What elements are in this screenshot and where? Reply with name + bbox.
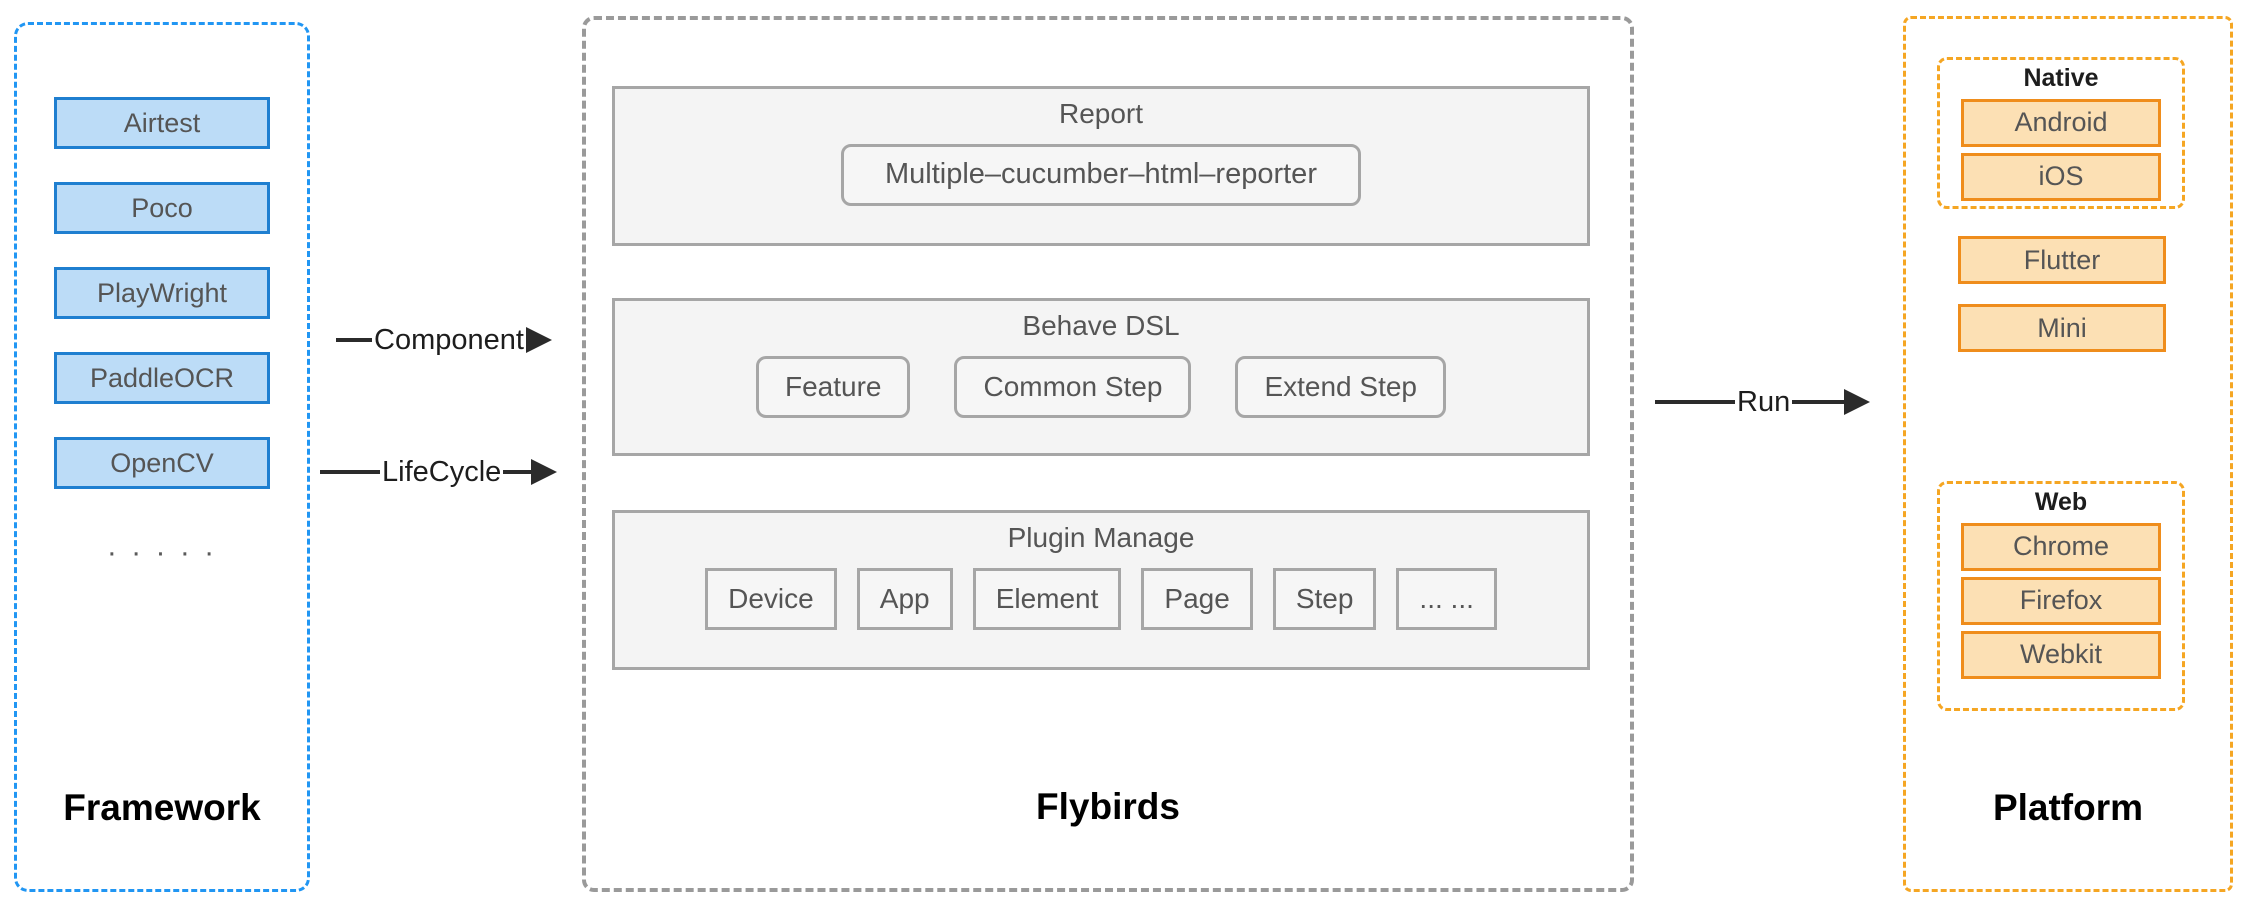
chip-device[interactable]: Device xyxy=(705,567,837,630)
chip-common-step[interactable]: Common Step xyxy=(954,355,1192,418)
chip-label: App xyxy=(879,582,930,614)
framework-caption: Framework xyxy=(63,787,261,828)
framework-item-list: Airtest Poco PlayWright PaddleOCR OpenCV… xyxy=(17,97,307,569)
chip-label: Device xyxy=(728,582,814,614)
arrow-right-icon xyxy=(531,459,558,485)
platform-item-label: Webkit xyxy=(2019,639,2103,670)
section-item-row: Feature Common Step Extend Step xyxy=(615,355,1587,418)
connector-line xyxy=(503,470,532,474)
platform-group-title: Native xyxy=(2023,64,2099,92)
section-title: Plugin Manage xyxy=(1007,522,1195,553)
framework-item-playwright[interactable]: PlayWright xyxy=(54,267,270,319)
chip-label: Feature xyxy=(784,370,882,402)
section-item-row: Device App Element Page Step ... ... xyxy=(615,567,1587,630)
connector-run: Run xyxy=(1655,385,1871,418)
chip-label: Multiple–cucumber–html–reporter xyxy=(885,158,1317,191)
platform-group-title: Web xyxy=(2034,488,2088,516)
framework-item-label: Airtest xyxy=(123,107,201,138)
connector-label: Component xyxy=(374,323,524,356)
chip-feature[interactable]: Feature xyxy=(755,355,911,418)
platform-panel: Native Android iOS Flutter Mini Web Chro… xyxy=(1903,16,2233,892)
framework-panel: Airtest Poco PlayWright PaddleOCR OpenCV… xyxy=(14,22,310,892)
connector-line xyxy=(336,338,372,342)
platform-item-chrome[interactable]: Chrome xyxy=(1961,522,2161,571)
platform-item-label: Android xyxy=(2014,107,2108,138)
connector-lifecycle: LifeCycle xyxy=(320,455,558,488)
section-behave-dsl: Behave DSL Feature Common Step Extend St… xyxy=(612,298,1590,456)
flybirds-caption: Flybirds xyxy=(1036,786,1180,827)
chip-label: Element xyxy=(995,582,1099,614)
chip-label: Extend Step xyxy=(1264,370,1418,402)
platform-item-android[interactable]: Android xyxy=(1961,98,2161,147)
platform-item-mini[interactable]: Mini xyxy=(1958,304,2166,352)
platform-item-label: Firefox xyxy=(2019,585,2103,616)
chip-label: Common Step xyxy=(983,370,1163,402)
section-title: Behave DSL xyxy=(1022,310,1180,341)
section-title: Report xyxy=(1058,98,1144,129)
arrow-right-icon xyxy=(525,327,552,353)
platform-caption: Platform xyxy=(1992,787,2144,828)
section-item-row: Multiple–cucumber–html–reporter xyxy=(615,143,1587,206)
framework-item-paddleocr[interactable]: PaddleOCR xyxy=(54,352,270,404)
framework-more-ellipsis: · · · · · xyxy=(106,536,218,569)
architecture-diagram: Airtest Poco PlayWright PaddleOCR OpenCV… xyxy=(0,0,2262,908)
platform-item-firefox[interactable]: Firefox xyxy=(1961,576,2161,625)
chip-page[interactable]: Page xyxy=(1141,567,1253,630)
connector-line xyxy=(1655,400,1735,404)
chip-more[interactable]: ... ... xyxy=(1396,567,1497,630)
platform-item-label: Chrome xyxy=(2012,531,2110,562)
platform-item-label: iOS xyxy=(2038,161,2084,192)
section-plugin-manage: Plugin Manage Device App Element Page St… xyxy=(612,510,1590,670)
chip-label: Page xyxy=(1164,582,1230,614)
platform-group-native: Native Android iOS xyxy=(1937,57,2185,209)
platform-item-label: Flutter xyxy=(2023,244,2101,275)
platform-item-flutter[interactable]: Flutter xyxy=(1958,236,2166,284)
chip-label: Step xyxy=(1295,582,1354,614)
connector-component: Component xyxy=(336,323,552,356)
platform-item-webkit[interactable]: Webkit xyxy=(1961,630,2161,679)
framework-item-label: Poco xyxy=(131,192,193,223)
flybirds-panel: Report Multiple–cucumber–html–reporter B… xyxy=(582,16,1634,892)
framework-item-airtest[interactable]: Airtest xyxy=(54,97,270,149)
connector-line xyxy=(1792,400,1845,404)
chip-label: ... ... xyxy=(1419,582,1474,614)
section-report: Report Multiple–cucumber–html–reporter xyxy=(612,86,1590,246)
platform-item-ios[interactable]: iOS xyxy=(1961,152,2161,201)
chip-extend-step[interactable]: Extend Step xyxy=(1235,355,1447,418)
chip-multiple-cucumber-html-reporter[interactable]: Multiple–cucumber–html–reporter xyxy=(841,143,1361,206)
framework-item-label: OpenCV xyxy=(110,447,214,478)
arrow-right-icon xyxy=(1844,389,1871,415)
platform-group-web: Web Chrome Firefox Webkit xyxy=(1937,481,2185,711)
chip-app[interactable]: App xyxy=(856,567,953,630)
connector-label: LifeCycle xyxy=(382,455,502,488)
framework-item-label: PaddleOCR xyxy=(89,362,235,393)
chip-step[interactable]: Step xyxy=(1272,567,1377,630)
framework-item-opencv[interactable]: OpenCV xyxy=(54,437,270,489)
framework-item-poco[interactable]: Poco xyxy=(54,182,270,234)
platform-item-label: Mini xyxy=(2037,312,2087,343)
connector-line xyxy=(320,470,380,474)
chip-element[interactable]: Element xyxy=(972,567,1122,630)
framework-item-label: PlayWright xyxy=(96,277,228,308)
connector-label: Run xyxy=(1737,385,1791,418)
